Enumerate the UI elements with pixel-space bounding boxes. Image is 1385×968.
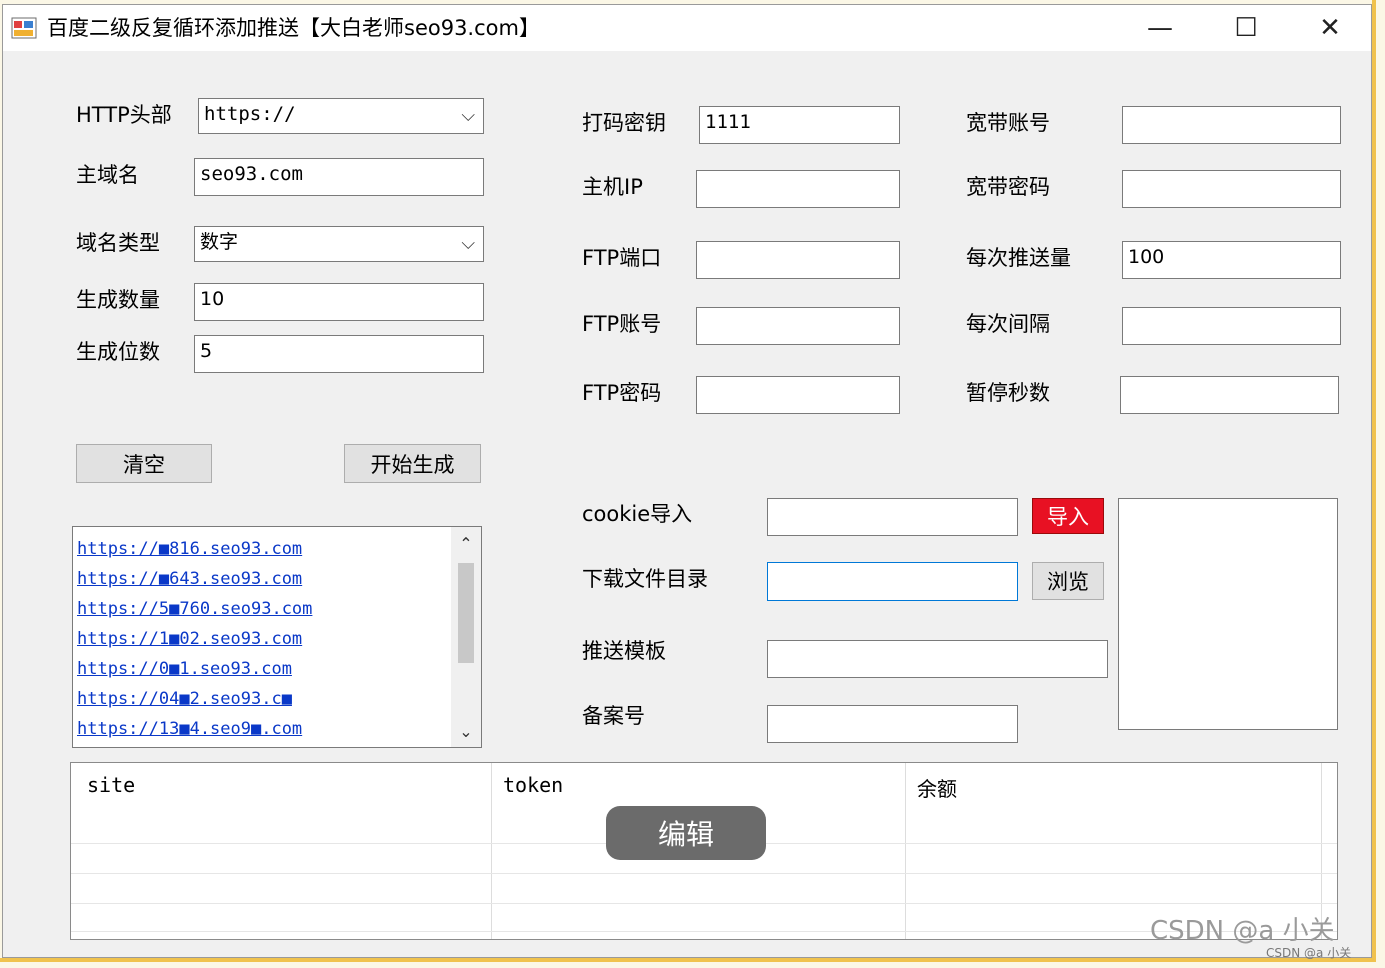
push-count-label: 每次推送量 <box>966 246 1071 270</box>
title-bar: 百度二级反复循环添加推送【大白老师seo93.com】 — ☐ ✕ <box>3 5 1371 51</box>
ftp-port-input[interactable] <box>696 241 900 279</box>
window-title: 百度二级反复循环添加推送【大白老师seo93.com】 <box>47 16 540 40</box>
ftp-password-label: FTP密码 <box>582 381 662 405</box>
gen-digits-input[interactable]: 5 <box>194 335 484 373</box>
domain-type-select[interactable]: 数字 ⌵ <box>194 226 484 262</box>
column-header-site[interactable]: site <box>87 773 135 797</box>
column-header-token[interactable]: token <box>503 773 563 797</box>
list-scrollbar[interactable]: ⌃ ⌄ <box>451 527 481 747</box>
column-header-balance[interactable]: 余额 <box>917 773 957 802</box>
url-list-item[interactable]: https://■643.seo93.com <box>77 569 302 589</box>
main-domain-label: 主域名 <box>76 163 139 187</box>
scroll-up-icon[interactable]: ⌃ <box>451 531 481 557</box>
minimize-button[interactable]: — <box>1117 5 1203 51</box>
edit-overlay-button[interactable]: 编辑 <box>606 806 766 860</box>
broadband-password-label: 宽带密码 <box>966 175 1050 199</box>
browse-button[interactable]: 浏览 <box>1032 562 1104 600</box>
interval-input[interactable] <box>1122 307 1341 345</box>
maximize-button[interactable]: ☐ <box>1203 5 1289 51</box>
cookie-input[interactable] <box>767 498 1018 536</box>
host-ip-label: 主机IP <box>582 175 643 199</box>
broadband-account-input[interactable] <box>1122 106 1341 144</box>
key-input[interactable]: 1111 <box>699 106 900 144</box>
app-icon <box>11 17 37 39</box>
csdn-watermark: CSDN @a 小关 <box>1150 916 1335 946</box>
close-button[interactable]: ✕ <box>1287 5 1373 51</box>
table-row <box>71 931 1337 932</box>
ftp-port-label: FTP端口 <box>582 246 662 270</box>
import-button[interactable]: 导入 <box>1032 498 1104 534</box>
gen-count-input[interactable]: 10 <box>194 283 484 321</box>
table-row <box>71 903 1337 904</box>
table-row <box>71 873 1337 874</box>
ftp-account-input[interactable] <box>696 307 900 345</box>
ftp-account-label: FTP账号 <box>582 312 662 336</box>
http-head-value: https:// <box>204 103 296 125</box>
url-listbox[interactable]: https://■816.seo93.com https://■643.seo9… <box>72 526 482 748</box>
http-head-select[interactable]: https:// ⌵ <box>198 98 484 134</box>
push-template-label: 推送模板 <box>582 639 666 663</box>
key-label: 打码密钥 <box>582 111 666 135</box>
icp-input[interactable] <box>767 705 1018 743</box>
start-generate-button[interactable]: 开始生成 <box>344 444 481 483</box>
domain-type-label: 域名类型 <box>76 231 160 255</box>
pause-seconds-label: 暂停秒数 <box>966 381 1050 405</box>
interval-label: 每次间隔 <box>966 312 1050 336</box>
url-list-item[interactable]: https://5■760.seo93.com <box>77 599 312 619</box>
scroll-down-icon[interactable]: ⌄ <box>451 719 481 745</box>
url-list-item[interactable]: https://13■4.seo9■.com <box>77 719 302 739</box>
cookie-label: cookie导入 <box>582 502 693 526</box>
domain-type-value: 数字 <box>200 231 239 253</box>
gen-digits-label: 生成位数 <box>76 340 160 364</box>
push-template-input[interactable] <box>767 640 1108 678</box>
column-divider <box>905 763 906 939</box>
chevron-down-icon: ⌵ <box>461 233 475 254</box>
broadband-password-input[interactable] <box>1122 170 1341 208</box>
url-list-item[interactable]: https://■816.seo93.com <box>77 539 302 559</box>
chevron-down-icon: ⌵ <box>461 105 475 126</box>
push-count-input[interactable]: 100 <box>1122 241 1341 279</box>
url-list-item[interactable]: https://0■1.seo93.com <box>77 659 292 679</box>
column-divider <box>491 763 492 939</box>
url-list-item[interactable]: https://04■2.seo93.c■ <box>77 689 292 709</box>
host-ip-input[interactable] <box>696 170 900 208</box>
clear-button[interactable]: 清空 <box>76 444 212 483</box>
csdn-watermark-small: CSDN @a 小关 <box>1266 946 1352 960</box>
scroll-thumb[interactable] <box>458 563 474 663</box>
url-list-item[interactable]: https://1■02.seo93.com <box>77 629 302 649</box>
ftp-password-input[interactable] <box>696 376 900 414</box>
download-dir-label: 下载文件目录 <box>582 567 708 591</box>
broadband-account-label: 宽带账号 <box>966 111 1050 135</box>
icp-label: 备案号 <box>582 704 645 728</box>
download-dir-input[interactable] <box>767 562 1018 601</box>
pause-seconds-input[interactable] <box>1120 376 1339 414</box>
gen-count-label: 生成数量 <box>76 288 160 312</box>
http-head-label: HTTP头部 <box>76 103 172 127</box>
log-textbox[interactable] <box>1118 498 1338 730</box>
main-domain-input[interactable]: seo93.com <box>194 158 484 196</box>
